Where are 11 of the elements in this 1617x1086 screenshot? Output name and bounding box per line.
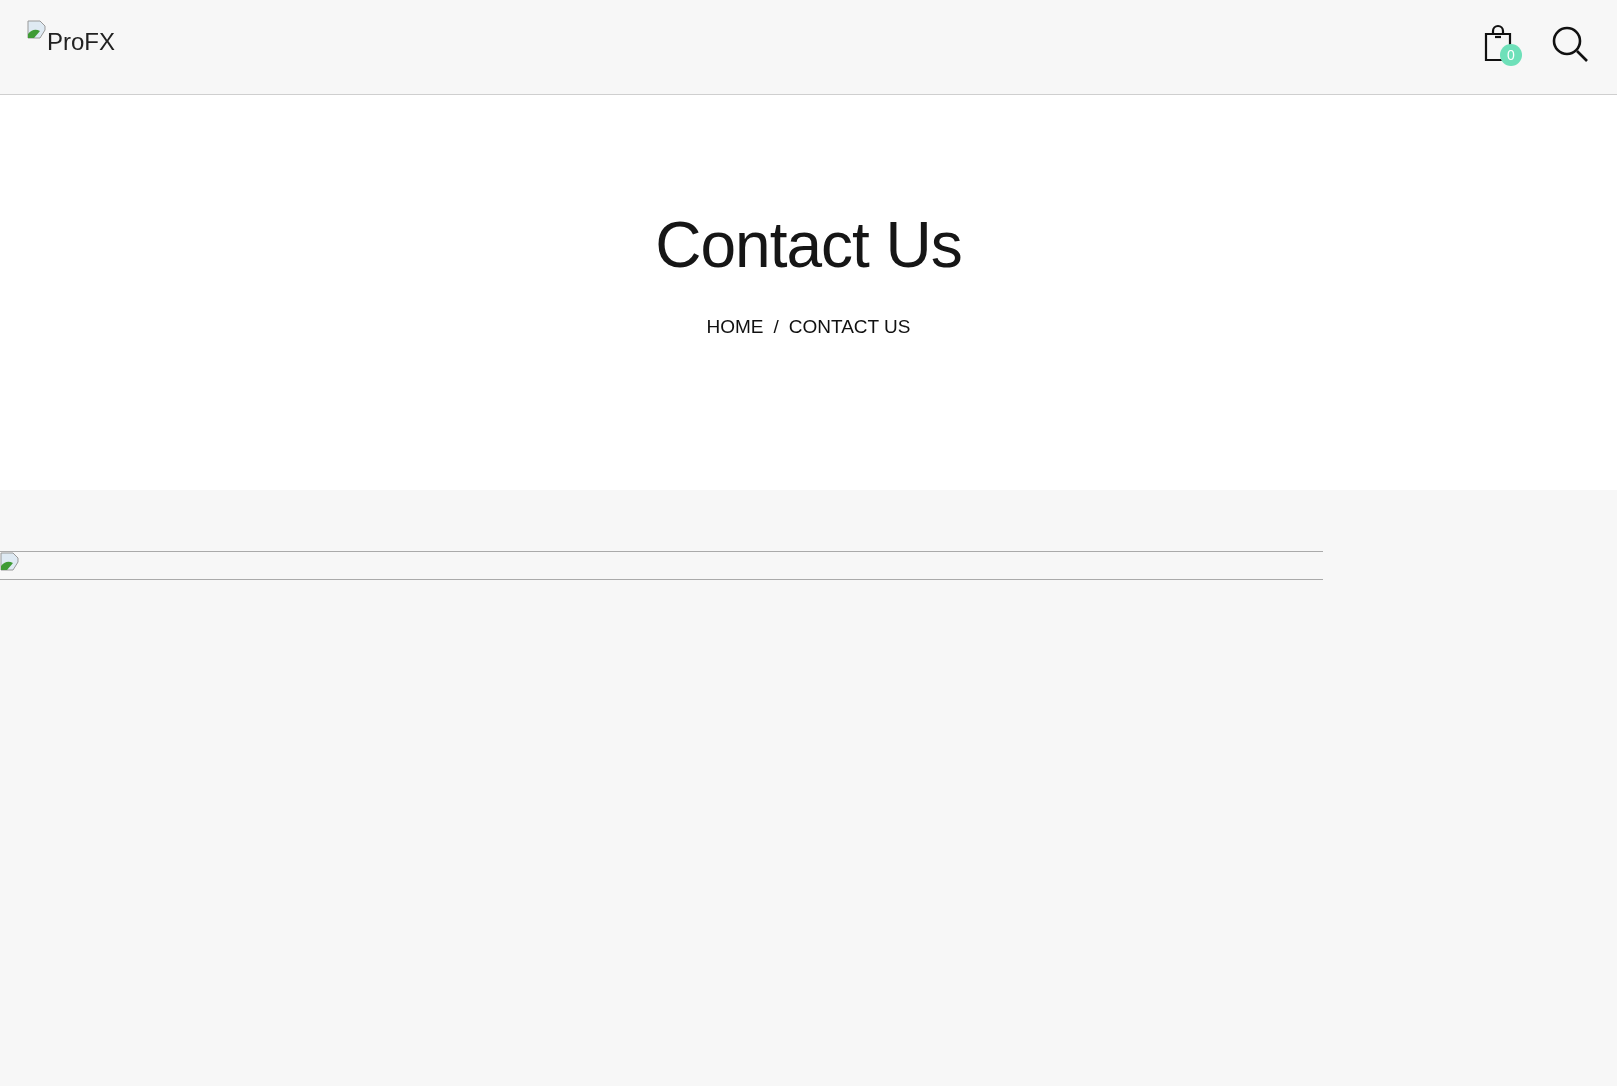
shopping-bag-icon — [1484, 24, 1514, 62]
broken-image-icon — [0, 552, 20, 572]
search-button[interactable] — [1550, 24, 1590, 64]
page-title: Contact Us — [655, 213, 962, 277]
breadcrumb-separator: / — [773, 315, 779, 339]
broken-image-icon — [27, 20, 47, 40]
breadcrumb-current: CONTACT US — [788, 315, 911, 339]
logo-link[interactable]: ProFX — [27, 20, 115, 54]
breadcrumb-link[interactable]: HOME — [706, 313, 764, 342]
cart-count-badge: 0 — [1500, 44, 1522, 66]
search-icon — [1551, 25, 1589, 63]
